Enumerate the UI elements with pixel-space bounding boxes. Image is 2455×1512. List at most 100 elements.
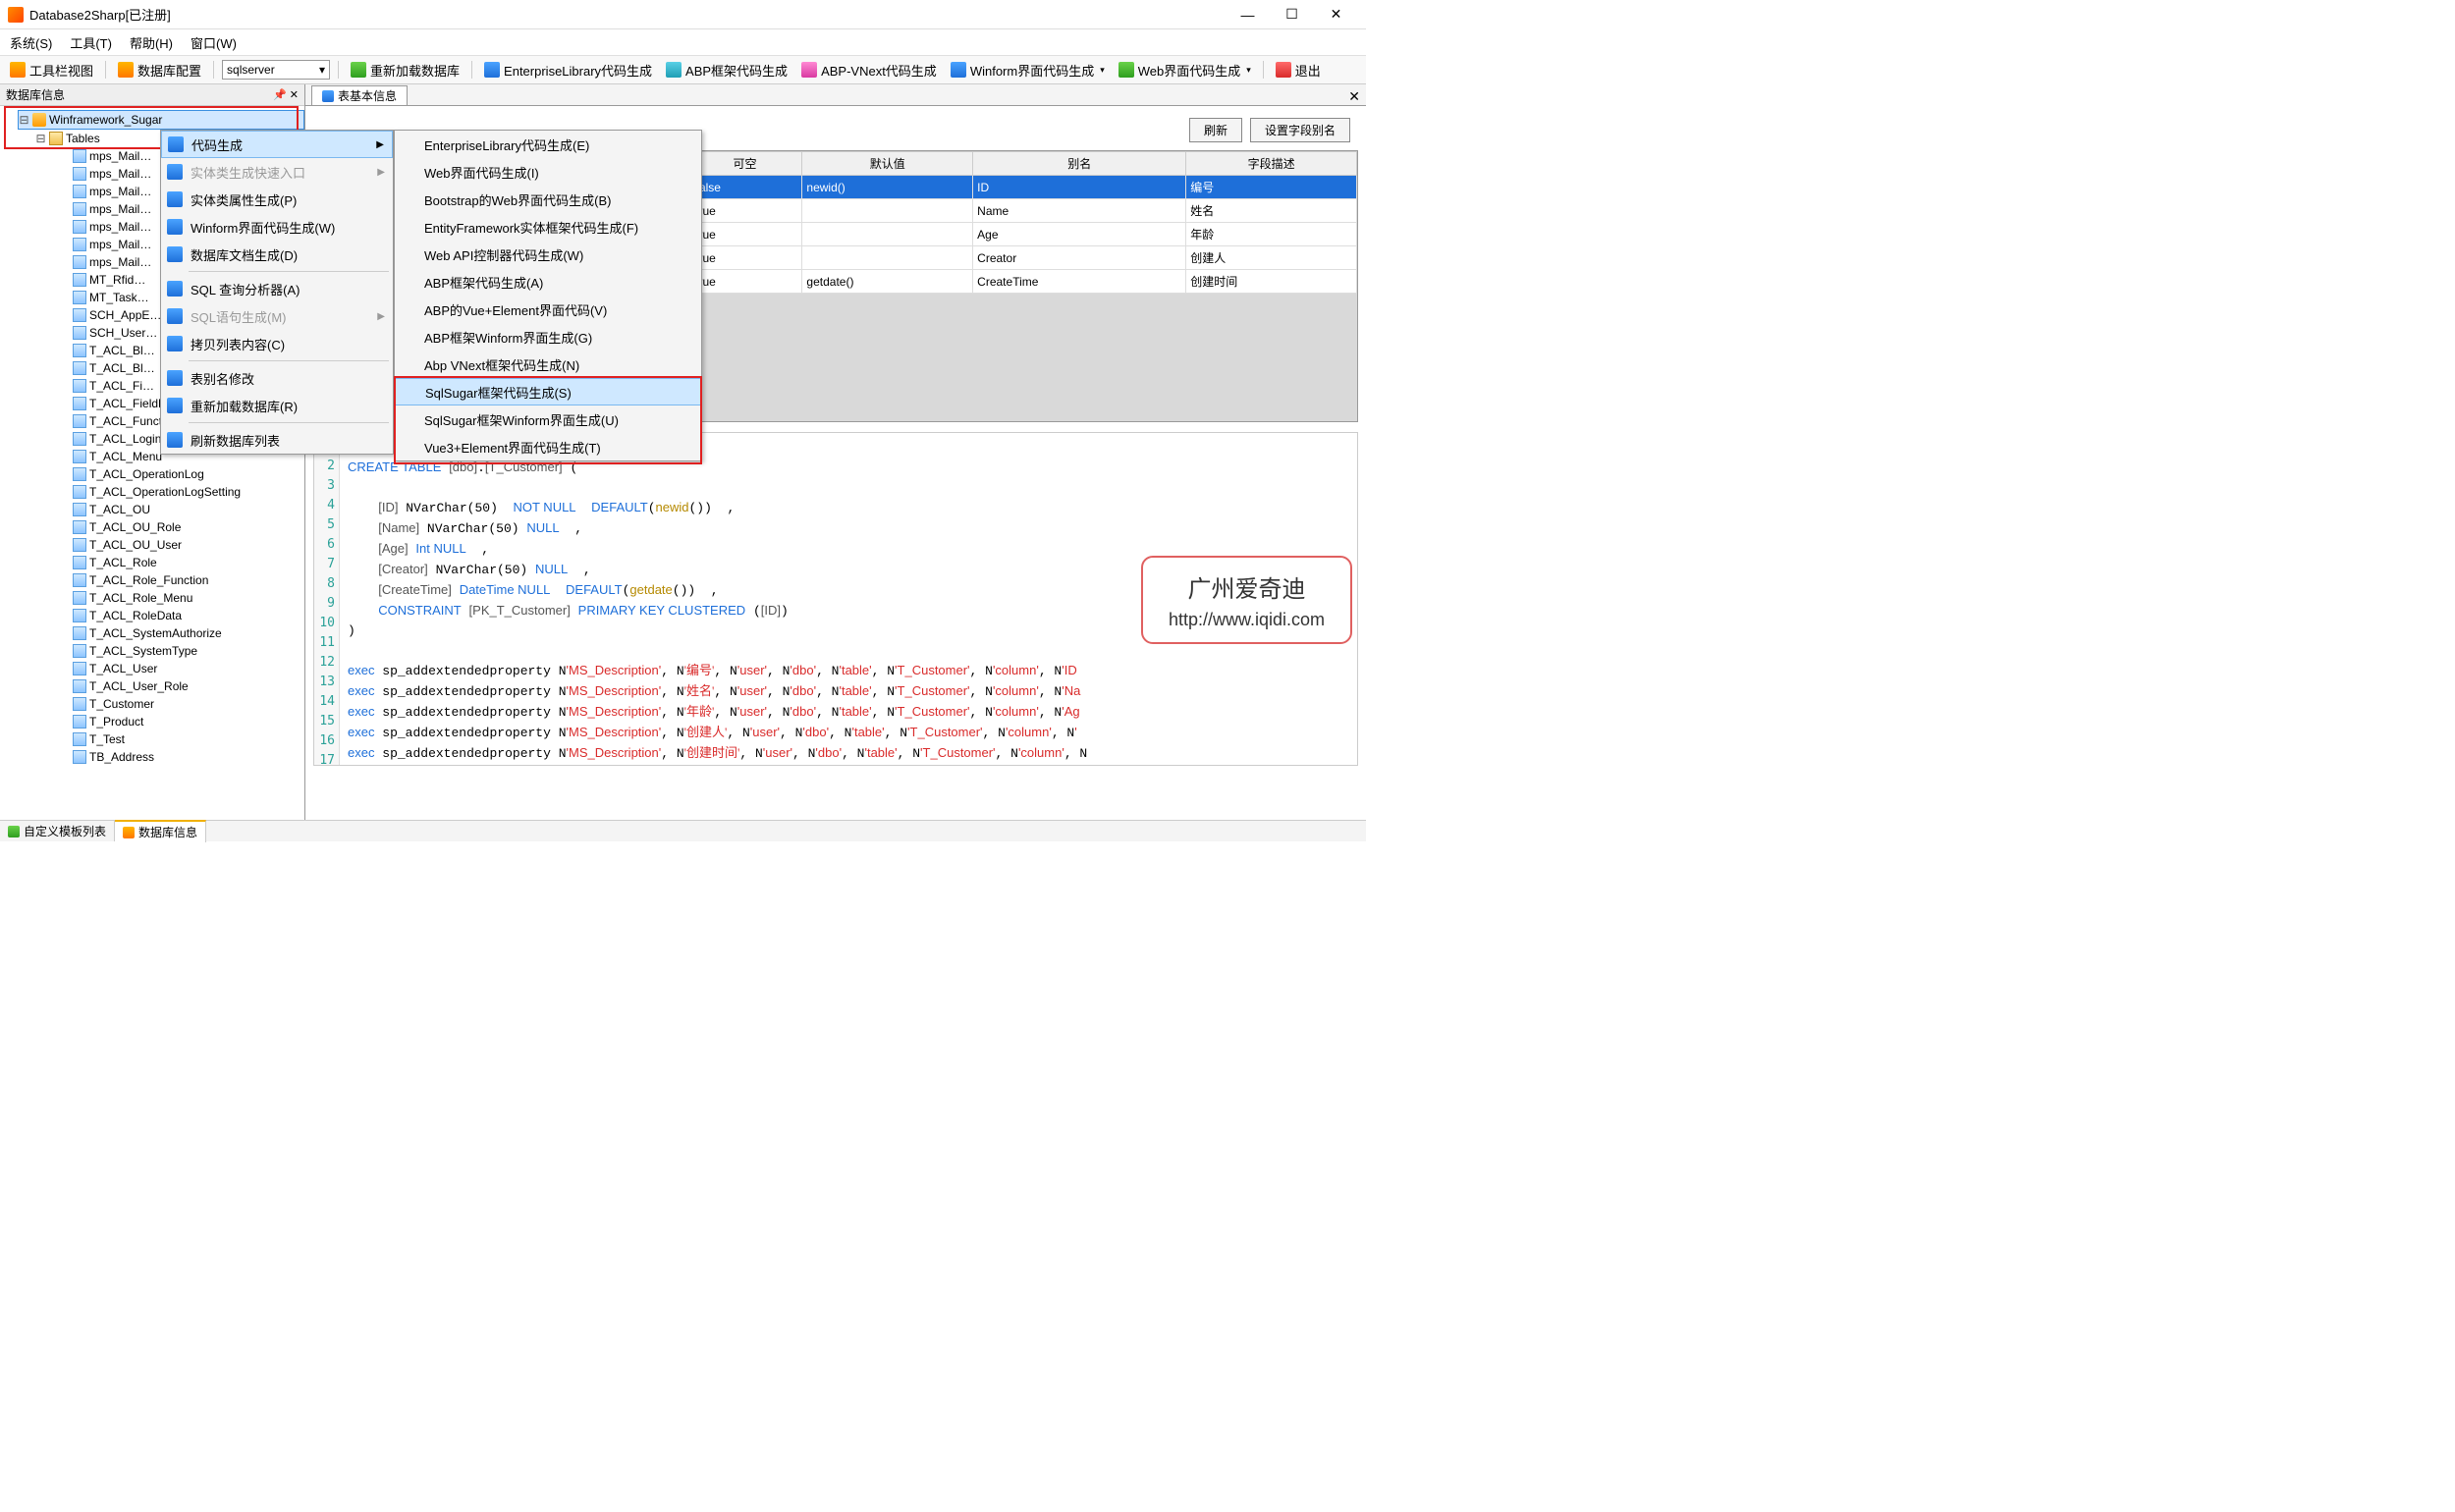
tree-table-node[interactable]: T_ACL_RoleData [59, 607, 304, 624]
table-icon [73, 450, 86, 463]
tree-table-node[interactable]: T_ACL_Role_Function [59, 571, 304, 589]
tree-table-node[interactable]: T_Customer [59, 695, 304, 713]
menu-icon [167, 191, 183, 207]
tb-abp[interactable]: ABP框架代码生成 [662, 59, 791, 81]
app-title: Database2Sharp[已注册] [29, 5, 171, 24]
tb-enterpriselib[interactable]: EnterpriseLibrary代码生成 [480, 59, 656, 81]
menu-icon [167, 432, 183, 448]
ctx-item[interactable]: 刷新数据库列表 [161, 426, 393, 454]
table-icon [73, 308, 86, 322]
tb-abp-vnext[interactable]: ABP-VNext代码生成 [797, 59, 941, 81]
table-icon [73, 238, 86, 251]
watermark: 广州爱奇迪 http://www.iqidi.com [1141, 556, 1352, 644]
tb-db-config[interactable]: 数据库配置 [114, 59, 205, 81]
ctx-item[interactable]: SQL语句生成(M)▶ [161, 302, 393, 330]
tab-db-info[interactable]: 数据库信息 [115, 820, 206, 842]
table-icon [73, 361, 86, 375]
list-icon [8, 826, 20, 837]
tb-web[interactable]: Web界面代码生成▾ [1115, 59, 1255, 81]
layout-icon [10, 62, 26, 78]
context-submenu[interactable]: EnterpriseLibrary代码生成(E)Web界面代码生成(I)Boot… [394, 130, 702, 461]
menu-help[interactable]: 帮助(H) [130, 33, 173, 52]
tree-table-node[interactable]: T_ACL_User [59, 660, 304, 677]
tab-close-icon[interactable]: ✕ [1342, 88, 1366, 105]
context-menu[interactable]: 代码生成▶实体类生成快速入口▶实体类属性生成(P)Winform界面代码生成(W… [160, 130, 394, 455]
tree-table-node[interactable]: T_ACL_OU_User [59, 536, 304, 554]
ctx-sub-item[interactable]: Web界面代码生成(I) [395, 158, 701, 186]
refresh-icon [351, 62, 366, 78]
table-icon [73, 379, 86, 393]
menu-icon [167, 246, 183, 262]
table-icon [73, 573, 86, 587]
ctx-sub-item[interactable]: SqlSugar框架Winform界面生成(U) [395, 405, 701, 433]
ctx-sub-item[interactable]: Web API控制器代码生成(W) [395, 241, 701, 268]
close-button[interactable]: ✕ [1314, 1, 1358, 28]
menu-window[interactable]: 窗口(W) [191, 33, 237, 52]
tb-reload-db[interactable]: 重新加载数据库 [347, 59, 464, 81]
tree-table-node[interactable]: T_ACL_OperationLogSetting [59, 483, 304, 501]
ctx-item[interactable]: 实体类生成快速入口▶ [161, 158, 393, 186]
tree-table-node[interactable]: T_Product [59, 713, 304, 730]
menu-icon [167, 370, 183, 386]
ctx-sub-item[interactable]: SqlSugar框架代码生成(S) [395, 378, 701, 405]
table-icon [73, 715, 86, 729]
ctx-item[interactable]: 重新加载数据库(R) [161, 392, 393, 419]
table-icon [73, 414, 86, 428]
tb-winform[interactable]: Winform界面代码生成▾ [947, 59, 1109, 81]
gear-icon [118, 62, 134, 78]
table-icon [73, 344, 86, 357]
ctx-item[interactable]: Winform界面代码生成(W) [161, 213, 393, 241]
menu-tools[interactable]: 工具(T) [70, 33, 112, 52]
table-icon [73, 697, 86, 711]
ctx-item[interactable]: 数据库文档生成(D) [161, 241, 393, 268]
tree-table-node[interactable]: T_ACL_OperationLog [59, 465, 304, 483]
table-icon [73, 397, 86, 410]
ctx-sub-item[interactable]: ABP的Vue+Element界面代码(V) [395, 296, 701, 323]
ctx-sub-item[interactable]: EntityFramework实体框架代码生成(F) [395, 213, 701, 241]
ctx-item[interactable]: 实体类属性生成(P) [161, 186, 393, 213]
ctx-item[interactable]: 拷贝列表内容(C) [161, 330, 393, 357]
ctx-sub-item[interactable]: Vue3+Element界面代码生成(T) [395, 433, 701, 460]
ctx-sub-item[interactable]: EnterpriseLibrary代码生成(E) [395, 131, 701, 158]
ctx-sub-item[interactable]: Abp VNext框架代码生成(N) [395, 351, 701, 378]
table-icon [73, 255, 86, 269]
ctx-item[interactable]: 表别名修改 [161, 364, 393, 392]
tabstrip: 表基本信息 ✕ [305, 84, 1366, 106]
tree-table-node[interactable]: T_ACL_User_Role [59, 677, 304, 695]
tree-table-node[interactable]: T_ACL_OU [59, 501, 304, 518]
table-icon [73, 485, 86, 499]
menu-system[interactable]: 系统(S) [10, 33, 52, 52]
tree-table-node[interactable]: T_ACL_SystemAuthorize [59, 624, 304, 642]
tb-toolbar-view[interactable]: 工具栏视图 [6, 59, 97, 81]
maximize-button[interactable]: ☐ [1270, 1, 1314, 28]
refresh-button[interactable]: 刷新 [1189, 118, 1242, 142]
ctx-sub-item[interactable]: ABP框架代码生成(A) [395, 268, 701, 296]
chevron-down-icon: ▾ [1246, 65, 1251, 76]
tree-table-node[interactable]: T_ACL_Role_Menu [59, 589, 304, 607]
ctx-item[interactable]: SQL 查询分析器(A) [161, 275, 393, 302]
ctx-sub-item[interactable]: Bootstrap的Web界面代码生成(B) [395, 186, 701, 213]
table-icon [73, 326, 86, 340]
ctx-item[interactable]: 代码生成▶ [161, 131, 393, 158]
grid-icon [322, 90, 334, 102]
tree-table-node[interactable]: TB_Address [59, 748, 304, 766]
table-icon [73, 167, 86, 181]
code-icon [801, 62, 817, 78]
tree-db-node[interactable]: ⊟Winframework_Sugar [18, 110, 304, 130]
menu-icon [167, 398, 183, 413]
pin-icon[interactable]: 📌 ✕ [273, 88, 299, 101]
tree-table-node[interactable]: T_ACL_Role [59, 554, 304, 571]
tree-table-node[interactable]: T_ACL_OU_Role [59, 518, 304, 536]
ctx-sub-item[interactable]: ABP框架Winform界面生成(G) [395, 323, 701, 351]
tab-templates[interactable]: 自定义模板列表 [0, 821, 115, 841]
tb-exit[interactable]: 退出 [1272, 59, 1325, 81]
pane-header: 数据库信息 📌 ✕ [0, 84, 304, 106]
minimize-button[interactable]: — [1226, 1, 1270, 28]
tree-table-node[interactable]: T_ACL_SystemType [59, 642, 304, 660]
tree-table-node[interactable]: T_Test [59, 730, 304, 748]
table-icon [73, 291, 86, 304]
db-provider-combo[interactable]: sqlserver▾ [222, 60, 330, 80]
set-alias-button[interactable]: 设置字段别名 [1250, 118, 1350, 142]
table-icon [73, 556, 86, 569]
tab-table-info[interactable]: 表基本信息 [311, 85, 408, 105]
